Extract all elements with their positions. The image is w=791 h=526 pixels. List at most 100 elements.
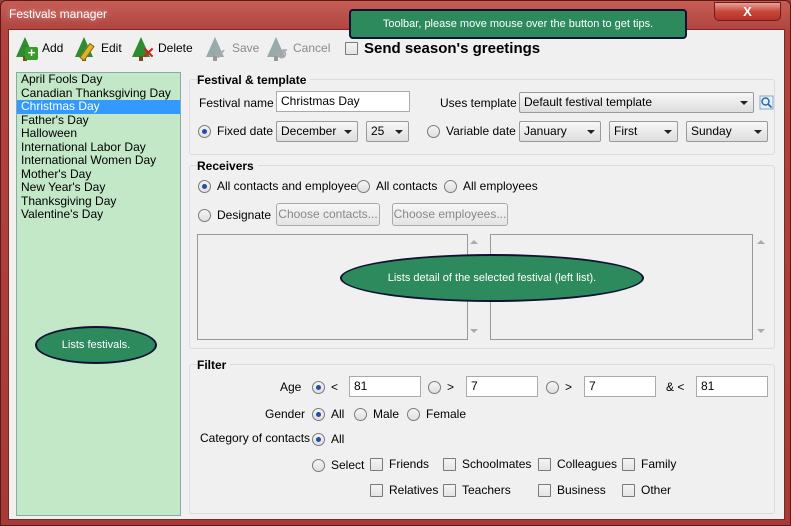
window-title: Festivals manager xyxy=(9,7,108,21)
age-and-lt-input[interactable]: 81 xyxy=(696,376,768,397)
category-schoolmates-checkbox[interactable]: Schoolmates xyxy=(443,457,531,471)
category-relatives-checkbox[interactable]: Relatives xyxy=(370,483,438,497)
schoolmates-checkbox-box[interactable] xyxy=(443,457,456,471)
festival-item[interactable]: April Fools Day xyxy=(17,72,180,87)
age-gt-radio-2[interactable]: > xyxy=(546,380,572,394)
age-gt-input-2[interactable]: 7 xyxy=(584,376,656,397)
gender-all-radio[interactable]: All xyxy=(312,407,344,421)
close-button[interactable]: X xyxy=(714,2,781,21)
age-and-lt-label: & < xyxy=(666,380,685,394)
gender-all-radio-button[interactable] xyxy=(312,407,325,421)
festival-item[interactable]: Mother's Day xyxy=(17,167,180,182)
all-employees-radio-button[interactable] xyxy=(444,179,457,193)
friends-checkbox-box[interactable] xyxy=(370,457,383,471)
scroll-up-icon[interactable] xyxy=(757,240,765,244)
choose-employees-button[interactable]: Choose employees... xyxy=(392,203,508,226)
festival-name-input[interactable]: Christmas Day xyxy=(276,91,410,112)
choose-contacts-button[interactable]: Choose contacts... xyxy=(276,203,380,226)
colleagues-checkbox-box[interactable] xyxy=(538,457,551,471)
festival-item[interactable]: New Year's Day xyxy=(17,180,180,195)
gender-male-label: Male xyxy=(373,407,400,421)
add-button[interactable]: + Add xyxy=(13,34,63,62)
festival-item[interactable]: Canadian Thanksgiving Day xyxy=(17,86,180,101)
festival-item[interactable]: International Women Day xyxy=(17,153,180,168)
variable-date-radio-button[interactable] xyxy=(427,124,440,138)
variable-month-select[interactable]: January xyxy=(519,121,601,142)
festival-name-label: Festival name xyxy=(199,96,274,110)
receivers-title: Receivers xyxy=(197,159,258,173)
age-lt-radio-button[interactable] xyxy=(312,380,325,394)
all-contacts-employees-radio-button[interactable] xyxy=(198,179,211,193)
variable-month-value: January xyxy=(524,124,567,138)
chevron-down-icon xyxy=(587,130,595,134)
category-other-checkbox[interactable]: Other xyxy=(622,483,671,497)
all-contacts-radio-button[interactable] xyxy=(357,179,370,193)
festival-list[interactable]: April Fools Day Canadian Thanksgiving Da… xyxy=(16,72,181,516)
category-select-radio-button[interactable] xyxy=(312,458,325,472)
scroll-down-icon[interactable] xyxy=(470,329,478,333)
gender-female-radio[interactable]: Female xyxy=(407,407,466,421)
fixed-date-radio[interactable]: Fixed date xyxy=(198,124,273,138)
age-lt-radio[interactable]: < xyxy=(312,380,338,394)
send-greetings-checkbox[interactable]: Send season's greetings xyxy=(345,40,540,57)
teachers-checkbox-box[interactable] xyxy=(443,483,456,497)
variable-week-select[interactable]: First xyxy=(609,121,678,142)
fixed-month-select[interactable]: December xyxy=(276,121,358,142)
magnifier-icon[interactable] xyxy=(759,95,774,110)
edit-button[interactable]: Edit xyxy=(72,34,122,62)
category-all-radio-button[interactable] xyxy=(312,432,325,446)
age-lt-input[interactable]: 81 xyxy=(349,376,421,397)
age-gt-input-1[interactable]: 7 xyxy=(466,376,538,397)
age-gt-radio-button-2[interactable] xyxy=(546,380,559,394)
family-checkbox-box[interactable] xyxy=(622,457,635,471)
category-teachers-checkbox[interactable]: Teachers xyxy=(443,483,511,497)
category-family-checkbox[interactable]: Family xyxy=(622,457,676,471)
business-checkbox-box[interactable] xyxy=(538,483,551,497)
fixed-date-label: Fixed date xyxy=(217,124,274,138)
category-label: Category of contacts xyxy=(200,431,311,445)
gender-male-radio-button[interactable] xyxy=(354,407,367,421)
festivals-manager-window: Festivals manager X + Add Edit ✕ Delete … xyxy=(0,0,791,526)
fixed-date-radio-button[interactable] xyxy=(198,124,211,138)
age-gt-symbol-2: > xyxy=(565,380,573,394)
category-all-radio[interactable]: All xyxy=(312,432,344,446)
category-colleagues-checkbox[interactable]: Colleagues xyxy=(538,457,617,471)
age-gt-radio-1[interactable]: > xyxy=(428,380,454,394)
category-select-radio[interactable]: Select xyxy=(312,458,364,472)
fixed-day-select[interactable]: 25 xyxy=(366,121,409,142)
category-select-label: Select xyxy=(331,458,365,472)
designate-radio-button[interactable] xyxy=(198,208,211,222)
business-label: Business xyxy=(557,483,606,497)
festival-item[interactable]: Valentine's Day xyxy=(17,207,180,222)
category-friends-checkbox[interactable]: Friends xyxy=(370,457,429,471)
template-select-value: Default festival template xyxy=(524,95,653,109)
gender-male-radio[interactable]: Male xyxy=(354,407,399,421)
festival-item-selected[interactable]: Christmas Day xyxy=(17,99,180,114)
toolbar-tip-callout: Toolbar, please move mouse over the butt… xyxy=(349,9,687,39)
all-contacts-employees-radio[interactable]: All contacts and employees xyxy=(198,179,363,193)
scroll-down-icon[interactable] xyxy=(757,329,765,333)
festival-item[interactable]: Father's Day xyxy=(17,113,180,128)
variable-day-select[interactable]: Sunday xyxy=(686,121,768,142)
schoolmates-label: Schoolmates xyxy=(462,457,532,471)
festival-item[interactable]: Halloween xyxy=(17,126,180,141)
festival-item[interactable]: International Labor Day xyxy=(17,140,180,155)
variable-date-radio[interactable]: Variable date xyxy=(427,124,516,138)
age-gt-radio-button-1[interactable] xyxy=(428,380,441,394)
cancel-button[interactable]: ↺ Cancel xyxy=(264,34,330,62)
chevron-down-icon xyxy=(344,130,352,134)
save-button[interactable]: ✓ Save xyxy=(203,34,259,62)
delete-button[interactable]: ✕ Delete xyxy=(129,34,193,62)
template-select[interactable]: Default festival template xyxy=(519,92,754,113)
all-employees-radio[interactable]: All employees xyxy=(444,179,538,193)
category-business-checkbox[interactable]: Business xyxy=(538,483,606,497)
scroll-up-icon[interactable] xyxy=(470,240,478,244)
relatives-checkbox-box[interactable] xyxy=(370,483,383,497)
designate-radio[interactable]: Designate xyxy=(198,208,271,222)
colleagues-label: Colleagues xyxy=(557,457,618,471)
festival-item[interactable]: Thanksgiving Day xyxy=(17,194,180,209)
all-contacts-radio[interactable]: All contacts xyxy=(357,179,437,193)
gender-female-radio-button[interactable] xyxy=(407,407,420,421)
greetings-checkbox-box[interactable] xyxy=(345,42,358,55)
other-checkbox-box[interactable] xyxy=(622,483,635,497)
